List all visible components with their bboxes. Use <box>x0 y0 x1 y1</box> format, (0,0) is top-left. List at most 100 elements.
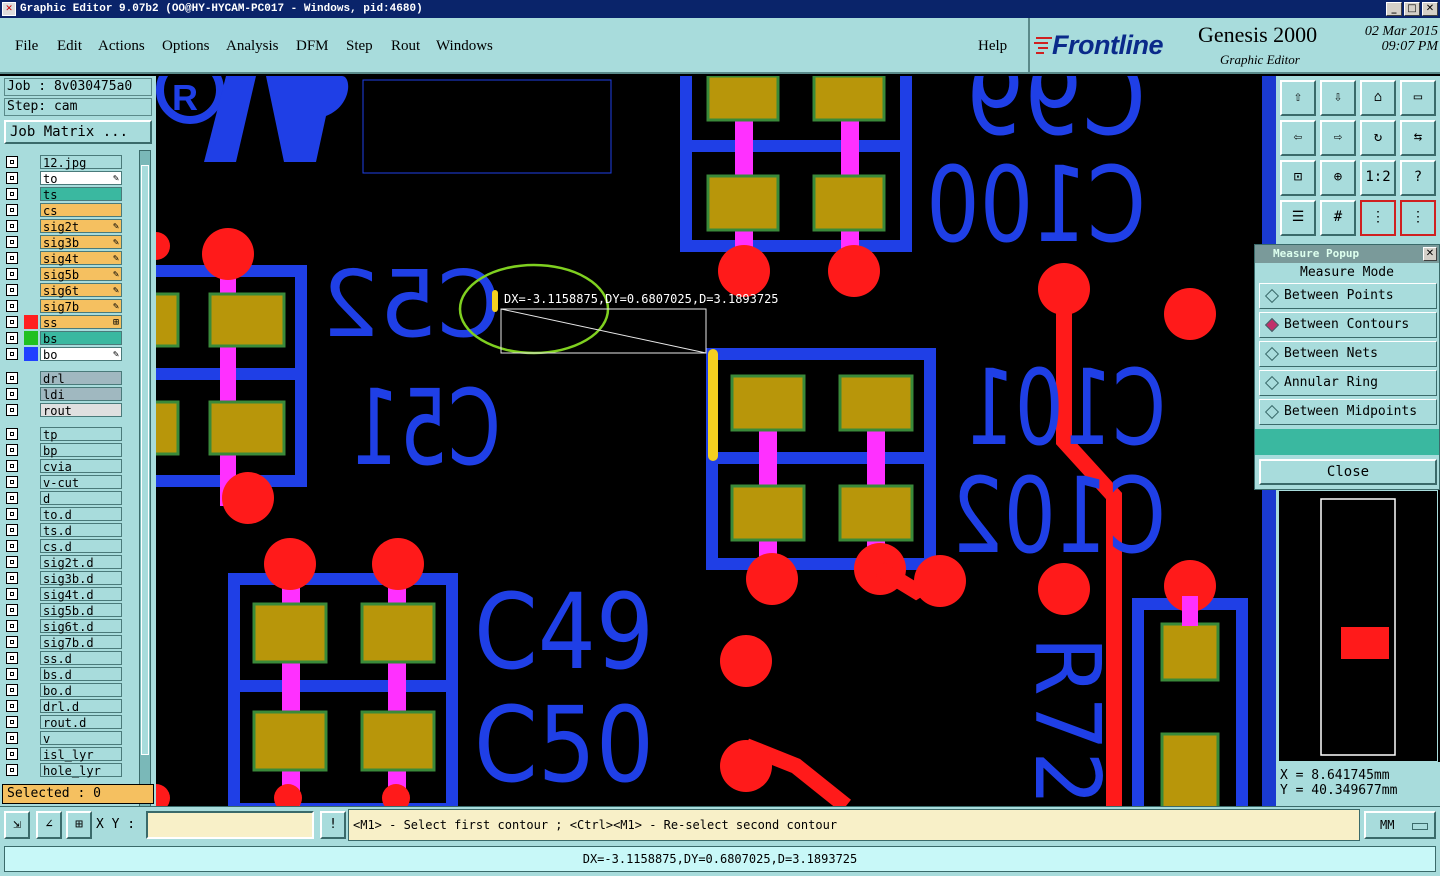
layer-name[interactable]: sig5b.d <box>40 603 122 618</box>
layer-row[interactable]: drl <box>4 370 128 386</box>
layer-row[interactable]: sig5b ✎ <box>4 266 128 282</box>
layer-checkbox[interactable] <box>6 540 18 552</box>
layer-name[interactable]: sig5b ✎ <box>40 267 122 282</box>
overview-map[interactable] <box>1279 491 1439 763</box>
layer-row[interactable]: bs <box>4 330 128 346</box>
layer-row[interactable]: v <box>4 730 128 746</box>
layer-checkbox[interactable] <box>6 684 18 696</box>
layer-row[interactable]: rout <box>4 402 128 418</box>
layer-row[interactable]: sig6t ✎ <box>4 282 128 298</box>
layer-row[interactable]: to ✎ <box>4 170 128 186</box>
layer-row[interactable]: v-cut <box>4 474 128 490</box>
layer-row[interactable]: sig2t ✎ <box>4 218 128 234</box>
mirror-icon[interactable]: ⇆ <box>1400 120 1436 156</box>
layer-name[interactable]: bo.d <box>40 683 122 698</box>
layer-checkbox[interactable] <box>6 388 18 400</box>
layer-row[interactable]: sig7b.d <box>4 634 128 650</box>
layer-name[interactable]: sig6t.d <box>40 619 122 634</box>
layer-row[interactable]: cs <box>4 202 128 218</box>
layer-checkbox[interactable] <box>6 188 18 200</box>
layer-row[interactable]: ts <box>4 186 128 202</box>
measure-option[interactable]: Between Contours <box>1259 312 1437 338</box>
layer-row[interactable]: to.d <box>4 506 128 522</box>
layer-name[interactable]: sig2t ✎ <box>40 219 122 234</box>
layer-checkbox[interactable] <box>6 572 18 584</box>
layer-checkbox[interactable] <box>6 220 18 232</box>
layer-name[interactable]: ts.d <box>40 523 122 538</box>
layer-name[interactable]: bs.d <box>40 667 122 682</box>
layer-name[interactable]: cs.d <box>40 539 122 554</box>
layer-row[interactable]: d <box>4 490 128 506</box>
layer-checkbox[interactable] <box>6 372 18 384</box>
fit-icon[interactable]: ⊡ <box>1280 160 1316 196</box>
tools-icon[interactable]: ☰ <box>1280 200 1316 236</box>
layer-checkbox[interactable] <box>6 748 18 760</box>
layer-row[interactable]: sig6t.d <box>4 618 128 634</box>
view-bottom-icon[interactable]: ⇩ <box>1320 80 1356 116</box>
center-icon[interactable]: ⊕ <box>1320 160 1356 196</box>
layer-row[interactable]: bo.d <box>4 682 128 698</box>
layer-row[interactable]: hole_lyr <box>4 762 128 778</box>
net-bottom-icon[interactable]: ⋮ <box>1400 200 1436 236</box>
layer-name[interactable]: hole_lyr <box>40 763 122 778</box>
layer-checkbox[interactable] <box>6 332 18 344</box>
layer-name[interactable]: tp <box>40 427 122 442</box>
layer-row[interactable]: ss ⊞ <box>4 314 128 330</box>
layer-checkbox[interactable] <box>6 652 18 664</box>
snap-icon[interactable]: ⇲ <box>4 811 30 839</box>
layer-row[interactable]: drl.d <box>4 698 128 714</box>
layer-name[interactable]: sig3b.d <box>40 571 122 586</box>
layer-name[interactable]: v-cut <box>40 475 122 490</box>
pan-right-icon[interactable]: ⇨ <box>1320 120 1356 156</box>
layer-name[interactable]: bo ✎ <box>40 347 122 362</box>
layer-row[interactable]: sig5b.d <box>4 602 128 618</box>
popup-close-button[interactable]: Close <box>1259 459 1437 485</box>
menu-edit[interactable]: Edit <box>57 38 82 55</box>
layer-row[interactable]: sig2t.d <box>4 554 128 570</box>
layer-row[interactable]: cs.d <box>4 538 128 554</box>
layer-checkbox[interactable] <box>6 444 18 456</box>
popup-close-icon[interactable]: ✕ <box>1423 247 1437 261</box>
layer-checkbox[interactable] <box>6 316 18 328</box>
layer-row[interactable]: ldi <box>4 386 128 402</box>
menu-analysis[interactable]: Analysis <box>226 38 279 55</box>
job-matrix-button[interactable]: Job Matrix ... <box>4 120 152 144</box>
layer-name[interactable]: sig7b.d <box>40 635 122 650</box>
pan-left-icon[interactable]: ⇦ <box>1280 120 1316 156</box>
layer-row[interactable]: isl_lyr <box>4 746 128 762</box>
layer-checkbox[interactable] <box>6 524 18 536</box>
layer-color-swatch[interactable] <box>24 347 38 361</box>
home-icon[interactable]: ⌂ <box>1360 80 1396 116</box>
layer-name[interactable]: 12.jpg <box>40 155 122 170</box>
layer-checkbox[interactable] <box>6 268 18 280</box>
layer-name[interactable]: rout <box>40 403 122 418</box>
layer-row[interactable]: rout.d <box>4 714 128 730</box>
layer-name[interactable]: sig2t.d <box>40 555 122 570</box>
layer-checkbox[interactable] <box>6 556 18 568</box>
menu-rout[interactable]: Rout <box>391 38 420 55</box>
measure-popup-title[interactable]: Measure Popup <box>1255 245 1439 263</box>
layer-checkbox[interactable] <box>6 668 18 680</box>
layer-scrollbar[interactable] <box>139 150 151 850</box>
layer-name[interactable]: sig4t ✎ <box>40 251 122 266</box>
layer-name[interactable]: cs <box>40 203 122 218</box>
layer-row[interactable]: cvia <box>4 458 128 474</box>
layer-checkbox[interactable] <box>6 460 18 472</box>
layer-checkbox[interactable] <box>6 404 18 416</box>
layer-checkbox[interactable] <box>6 300 18 312</box>
layer-row[interactable]: sig4t ✎ <box>4 250 128 266</box>
menu-options[interactable]: Options <box>162 38 210 55</box>
layer-color-swatch[interactable] <box>24 331 38 345</box>
layer-name[interactable]: cvia <box>40 459 122 474</box>
units-selector[interactable]: MM <box>1364 811 1436 839</box>
layer-row[interactable]: bp <box>4 442 128 458</box>
measure-option[interactable]: Annular Ring <box>1259 370 1437 396</box>
layer-row[interactable]: 12.jpg <box>4 154 128 170</box>
layer-checkbox[interactable] <box>6 156 18 168</box>
layer-row[interactable]: bs.d <box>4 666 128 682</box>
layer-name[interactable]: isl_lyr <box>40 747 122 762</box>
layer-name[interactable]: drl <box>40 371 122 386</box>
layer-checkbox[interactable] <box>6 716 18 728</box>
layer-checkbox[interactable] <box>6 604 18 616</box>
grid-icon[interactable]: # <box>1320 200 1356 236</box>
